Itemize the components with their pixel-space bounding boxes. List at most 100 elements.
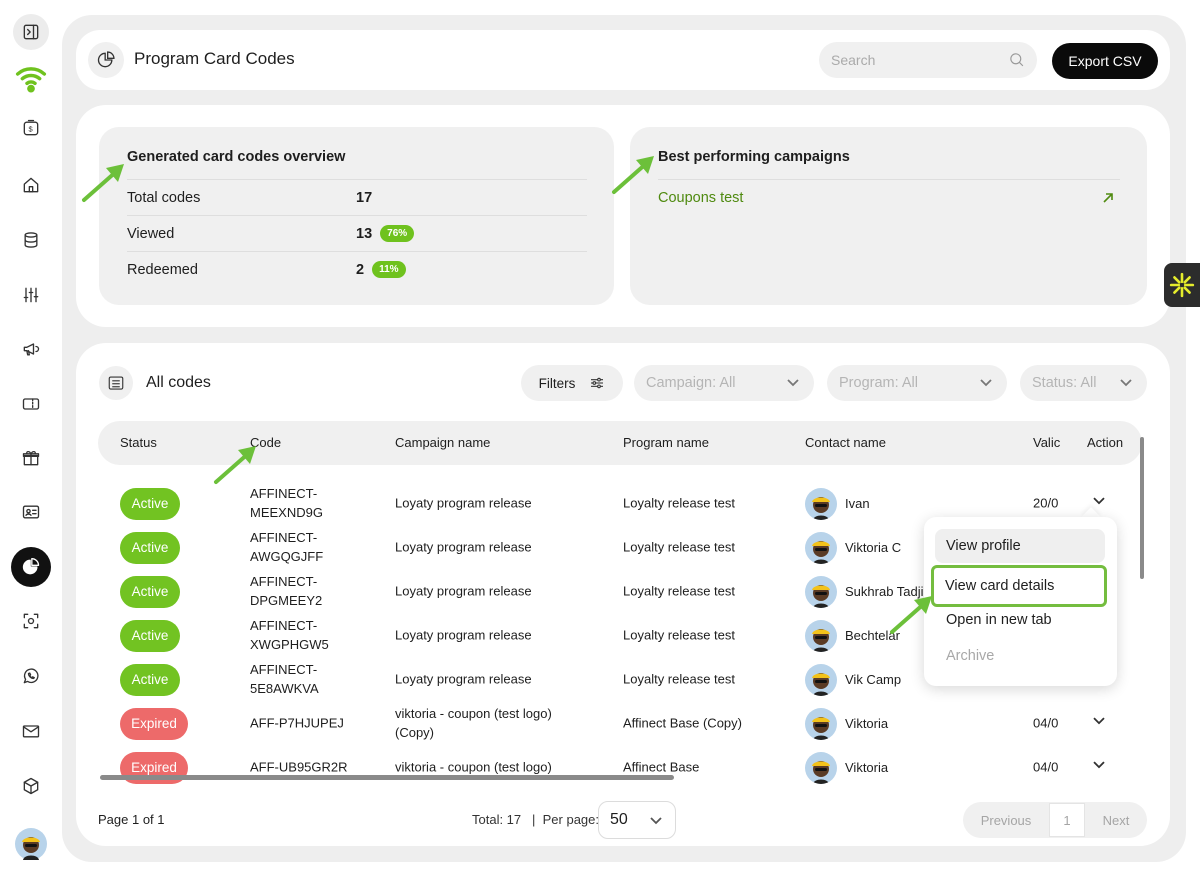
filters-button[interactable]: Filters (521, 365, 623, 401)
campaign-name: Coupons test (658, 189, 744, 206)
per-page-select[interactable]: 50 (598, 801, 676, 839)
avatar (805, 708, 837, 740)
page-header: Program Card Codes Search Export CSV (76, 30, 1170, 90)
menu-item-view-card-details[interactable]: View card details (931, 565, 1107, 607)
overview-title: Generated card codes overview (127, 149, 346, 165)
previous-page-button[interactable]: Previous (963, 802, 1049, 838)
vertical-scrollbar[interactable] (1140, 437, 1144, 579)
code-cell: AFFINECT-AWGQGJFF (250, 530, 324, 564)
card-codes-pie-icon[interactable] (11, 547, 51, 587)
col-campaign[interactable]: Campaign name (395, 435, 490, 450)
code-cell: AFFINECT-DPGMEEY2 (250, 574, 323, 608)
export-csv-button[interactable]: Export CSV (1052, 43, 1158, 79)
program-filter-dropdown[interactable]: Program: All (827, 365, 1007, 401)
page-number-button[interactable]: 1 (1049, 803, 1085, 837)
status-badge: Active (120, 576, 180, 608)
cube-icon[interactable] (13, 768, 49, 804)
search-icon (1010, 53, 1024, 67)
contact-cell[interactable]: Vik Camp (805, 664, 901, 696)
valid-cell: 04/0 (1033, 759, 1059, 775)
status-badge: Active (120, 488, 180, 520)
sidebar-toggle-icon[interactable] (13, 14, 49, 50)
program-cell: Loyalty release test (623, 495, 736, 511)
next-page-button[interactable]: Next (1085, 802, 1147, 838)
total-summary: Total: 17 | Per page: (472, 812, 599, 827)
program-cell: Loyalty release test (623, 627, 736, 643)
row-action-menu: View profile View card details Open in n… (924, 517, 1117, 686)
search-input[interactable]: Search (819, 42, 1037, 78)
code-cell: AFFINECT-MEEXND9G (250, 486, 323, 520)
col-program[interactable]: Program name (623, 435, 709, 450)
whatsapp-icon[interactable] (13, 658, 49, 694)
wifi-logo-icon[interactable] (13, 60, 49, 96)
chevron-down-icon (650, 817, 662, 825)
best-campaigns-title: Best performing campaigns (658, 149, 850, 165)
table-row: Expired AFF-P7HJUPEJ viktoria - coupon (… (98, 702, 1142, 746)
gift-icon[interactable] (13, 440, 49, 476)
filters-label: Filters (538, 375, 576, 391)
status-filter-value: Status: All (1032, 375, 1097, 391)
row-action-chevron[interactable] (1092, 714, 1106, 734)
valid-cell: 04/0 (1033, 715, 1059, 731)
campaign-cell: Loyaty program release (395, 495, 532, 511)
external-arrow-icon (1103, 192, 1113, 203)
row-action-chevron[interactable] (1092, 758, 1106, 778)
pagination: Previous 1 Next (963, 802, 1147, 838)
contact-cell[interactable]: Viktoria (805, 752, 888, 784)
home-icon[interactable] (13, 167, 49, 203)
overview-row-total: Total codes 17 (127, 179, 587, 215)
megaphone-icon[interactable] (13, 331, 49, 367)
program-cell: Loyalty release test (623, 539, 736, 555)
contact-cell[interactable]: Viktoria C (805, 532, 901, 564)
side-widget-button[interactable] (1164, 263, 1200, 307)
col-valid[interactable]: Valic (1033, 435, 1060, 450)
avatar (805, 576, 837, 608)
table-row: Expired AFF-UB95GR2R viktoria - coupon (… (98, 746, 1142, 790)
contact-cell[interactable]: Ivan (805, 488, 870, 520)
contact-name: Ivan (845, 495, 870, 511)
overview-card: Generated card codes overview Total code… (99, 127, 614, 305)
menu-item-archive[interactable]: Archive (935, 639, 1105, 673)
page-title: Program Card Codes (134, 49, 295, 68)
col-action: Action (1087, 435, 1124, 450)
overview-value: 17 (356, 189, 373, 206)
overview-row-viewed: Viewed 13 76% (127, 215, 587, 251)
per-page-value: 50 (610, 811, 628, 828)
mail-icon[interactable] (13, 713, 49, 749)
menu-item-open-new-tab[interactable]: Open in new tab (935, 603, 1105, 637)
database-icon[interactable] (13, 222, 49, 258)
col-contact[interactable]: Contact name (805, 435, 886, 450)
avatar (805, 664, 837, 696)
horizontal-scrollbar[interactable] (100, 775, 674, 780)
user-avatar[interactable] (15, 828, 47, 860)
contact-cell[interactable]: Bechtelar (805, 620, 900, 652)
contact-name: Vik Camp (845, 671, 902, 687)
avatar (805, 752, 837, 784)
chevron-down-icon (1120, 379, 1132, 387)
id-card-icon[interactable] (13, 494, 49, 530)
overview-value: 13 (356, 225, 373, 242)
contact-cell[interactable]: Viktoria (805, 708, 888, 740)
menu-item-view-profile[interactable]: View profile (935, 529, 1105, 563)
redeemed-percent-badge: 11% (372, 261, 406, 278)
scan-icon[interactable] (13, 603, 49, 639)
sliders-icon[interactable] (13, 277, 49, 313)
overview-row-redeemed: Redeemed 2 11% (127, 251, 587, 287)
campaign-filter-dropdown[interactable]: Campaign: All (634, 365, 814, 401)
status-filter-dropdown[interactable]: Status: All (1020, 365, 1147, 401)
code-cell: AFF-P7HJUPEJ (250, 715, 344, 731)
ticket-icon[interactable] (13, 386, 49, 422)
main-shell: Program Card Codes Search Export CSV Gen… (62, 15, 1186, 862)
col-status[interactable]: Status (120, 435, 157, 450)
overview-value: 2 (356, 261, 365, 278)
best-campaigns-card: Best performing campaigns Coupons test (630, 127, 1147, 305)
chevron-down-icon (980, 379, 992, 387)
chevron-down-icon (787, 379, 799, 387)
filter-sliders-icon (591, 377, 604, 389)
billing-icon[interactable]: $ (13, 110, 49, 146)
campaign-link[interactable]: Coupons test (658, 179, 1120, 215)
all-codes-title: All codes (146, 374, 211, 391)
campaign-cell: Loyaty program release (395, 539, 532, 555)
overview-label: Redeemed (127, 261, 198, 278)
annotation-arrow-icon (82, 164, 124, 202)
